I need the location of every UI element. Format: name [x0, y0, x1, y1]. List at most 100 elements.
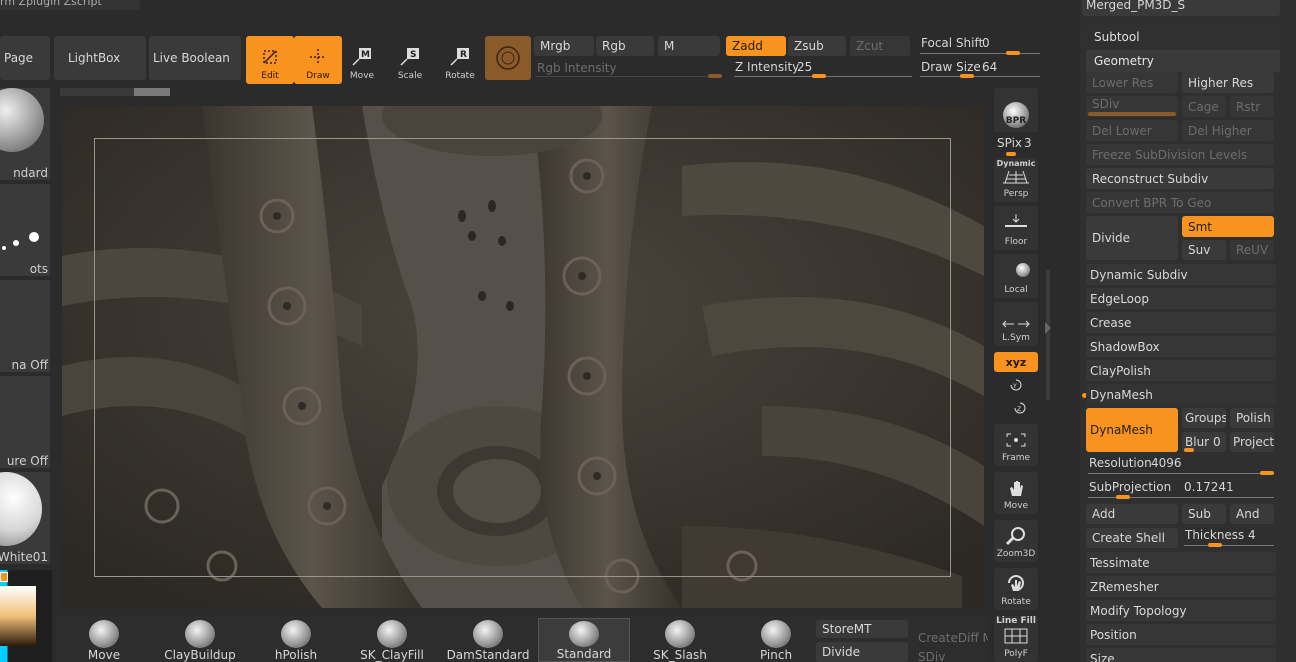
live-boolean-button[interactable]: Live Boolean — [149, 36, 241, 80]
crease-section[interactable]: Crease — [1086, 312, 1276, 333]
thickness-knob[interactable] — [1208, 543, 1222, 547]
dynamesh-button[interactable]: DynaMesh — [1086, 408, 1178, 452]
rgb-button[interactable]: Rgb — [596, 36, 654, 56]
position-section[interactable]: Position — [1086, 624, 1276, 645]
create-shell-button[interactable]: Create Shell — [1086, 528, 1178, 548]
focal-shift-slider[interactable]: Focal Shift 0 — [918, 36, 1042, 56]
reconstruct-subdiv-button[interactable]: Reconstruct Subdiv — [1086, 168, 1274, 189]
brush-sk-clayfill[interactable]: SK_ClayFill — [346, 618, 438, 662]
smt-toggle[interactable]: Smt — [1182, 216, 1274, 237]
canvas-scrollbar[interactable] — [60, 88, 170, 96]
groups-toggle[interactable]: Groups — [1182, 408, 1226, 428]
material-selector[interactable]: o White01 — [0, 472, 50, 564]
reuv-toggle[interactable]: ReUV — [1230, 240, 1274, 260]
dynamic-subdiv-section[interactable]: Dynamic Subdiv — [1086, 264, 1276, 285]
del-higher-button[interactable]: Del Higher — [1182, 120, 1274, 141]
color-picker-field[interactable] — [0, 586, 36, 646]
page-button[interactable]: Page — [0, 36, 50, 80]
sdiv-slider[interactable]: SDiv — [1086, 96, 1178, 117]
sub-toggle[interactable]: Sub — [1182, 504, 1226, 524]
move-button[interactable]: M Move — [338, 36, 386, 84]
creatediff-button[interactable]: CreateDiff M — [912, 628, 988, 648]
zadd-button[interactable]: Zadd — [726, 36, 786, 56]
rgb-intensity-knob[interactable] — [708, 74, 722, 78]
scale-button[interactable]: S Scale — [386, 36, 434, 84]
alpha-selector[interactable]: na Off — [0, 280, 50, 372]
top-menus[interactable]: rm Zplugin Zscript — [0, 0, 102, 8]
subprojection-slider[interactable]: SubProjection 0.17241 — [1086, 478, 1276, 500]
divide-bottom-button[interactable]: Divide — [816, 642, 908, 662]
rgb-intensity-slider[interactable]: Rgb Intensity — [534, 58, 722, 78]
rotate-view-button[interactable]: Rotate — [994, 568, 1038, 610]
blur-slider[interactable]: Blur 0 — [1182, 432, 1226, 452]
storemt-button[interactable]: StoreMT — [816, 620, 908, 638]
shelf-scrollbar[interactable] — [1046, 270, 1050, 400]
brush-move[interactable]: Move — [58, 618, 150, 662]
size-section[interactable]: Size — [1086, 648, 1276, 662]
spix-slider[interactable]: SPix 3 — [994, 136, 1038, 156]
brush-sk-slash[interactable]: SK_Slash — [634, 618, 726, 662]
zsub-button[interactable]: Zsub — [788, 36, 846, 56]
color-swatch-button[interactable] — [485, 36, 531, 80]
resolution-knob[interactable] — [1260, 471, 1274, 475]
claypolish-section[interactable]: ClayPolish — [1086, 360, 1276, 381]
spix-knob[interactable] — [1006, 152, 1016, 156]
freeze-subdiv-button[interactable]: Freeze SubDivision Levels — [1086, 144, 1274, 165]
local-button[interactable]: Local — [994, 254, 1038, 298]
brush-damstandard[interactable]: DamStandard — [442, 618, 534, 662]
project-toggle[interactable]: Project — [1230, 432, 1274, 452]
mesh-name-field[interactable]: Merged_PM3D_S — [1082, 0, 1280, 16]
edit-button[interactable]: Edit — [246, 36, 294, 84]
sdiv-bottom-slider[interactable]: SDiv — [912, 650, 988, 662]
m-button[interactable]: M — [658, 36, 720, 56]
bpr-button[interactable]: BPR — [994, 88, 1038, 132]
brush-pinch[interactable]: Pinch — [730, 618, 822, 662]
brush-hpolish[interactable]: hPolish — [250, 618, 342, 662]
brush-selector[interactable]: ndard — [0, 88, 50, 180]
del-lower-button[interactable]: Del Lower — [1086, 120, 1178, 141]
draw-size-knob[interactable] — [960, 74, 974, 78]
cage-button[interactable]: Cage — [1182, 96, 1226, 117]
canvas-scrollbar-thumb[interactable] — [134, 88, 170, 96]
z-intensity-knob[interactable] — [812, 74, 826, 78]
convert-bpr-button[interactable]: Convert BPR To Geo — [1086, 192, 1274, 213]
lightbox-button[interactable]: LightBox — [54, 36, 146, 80]
brush-claybuildup[interactable]: ClayBuildup — [154, 618, 246, 662]
dynamesh-section[interactable]: DynaMesh — [1086, 384, 1276, 405]
zcut-button[interactable]: Zcut — [850, 36, 910, 56]
polish-toggle[interactable]: Polish — [1230, 408, 1274, 428]
draw-button[interactable]: Draw — [294, 36, 342, 84]
mrgb-button[interactable]: Mrgb — [534, 36, 594, 56]
tessimate-section[interactable]: Tessimate — [1086, 552, 1276, 573]
resolution-slider[interactable]: Resolution 4096 — [1086, 454, 1276, 476]
zoom3d-button[interactable]: Zoom3D — [994, 520, 1038, 562]
geometry-header[interactable]: Geometry — [1086, 50, 1280, 72]
stroke-selector[interactable]: ots — [0, 184, 50, 276]
move-view-button[interactable]: Move — [994, 472, 1038, 514]
zremesher-section[interactable]: ZRemesher — [1086, 576, 1276, 597]
lower-res-button[interactable]: Lower Res — [1086, 72, 1178, 93]
and-toggle[interactable]: And — [1230, 504, 1274, 524]
collapse-right-icon[interactable] — [1045, 322, 1051, 334]
polyf-button[interactable]: Line Fill PolyF — [994, 616, 1038, 662]
persp-button[interactable]: Dynamic Persp — [994, 158, 1038, 202]
thickness-slider[interactable]: Thickness 4 — [1182, 526, 1276, 548]
floor-button[interactable]: Floor — [994, 206, 1038, 250]
rstr-button[interactable]: Rstr — [1230, 96, 1274, 117]
divide-button[interactable]: Divide — [1086, 216, 1178, 260]
frame-button[interactable]: Frame — [994, 424, 1038, 466]
edgeloop-section[interactable]: EdgeLoop — [1086, 288, 1276, 309]
modify-topology-section[interactable]: Modify Topology — [1086, 600, 1276, 621]
focal-shift-knob[interactable] — [1006, 51, 1020, 55]
xyz-button[interactable]: xyz — [994, 352, 1038, 372]
brush-standard[interactable]: Standard — [538, 618, 630, 662]
higher-res-button[interactable]: Higher Res — [1182, 72, 1274, 93]
rotate-button[interactable]: R Rotate — [436, 36, 484, 84]
viewport-canvas[interactable] — [62, 106, 984, 608]
color-picker[interactable] — [0, 570, 52, 662]
draw-size-slider[interactable]: Draw Size 64 — [918, 59, 1042, 79]
add-toggle[interactable]: Add — [1086, 504, 1178, 524]
texture-selector[interactable]: ure Off — [0, 376, 50, 468]
suv-toggle[interactable]: Suv — [1182, 240, 1226, 260]
lsym-button[interactable]: L.Sym — [994, 302, 1038, 346]
